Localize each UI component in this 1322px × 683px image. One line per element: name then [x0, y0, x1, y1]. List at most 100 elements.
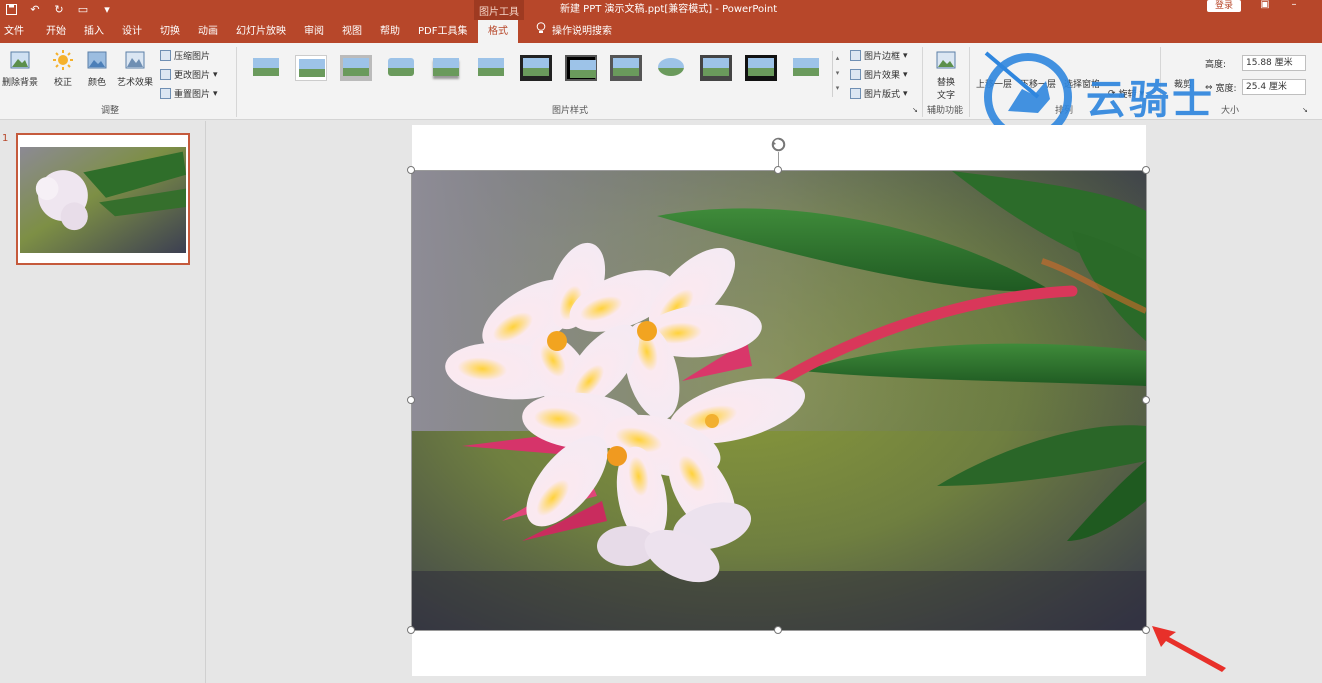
redo-icon[interactable]: ↻	[52, 2, 66, 16]
tab-view[interactable]: 视图	[342, 20, 362, 43]
tab-review[interactable]: 审阅	[304, 20, 324, 43]
remove-background-icon	[9, 49, 31, 71]
tab-file[interactable]: 文件	[4, 20, 24, 43]
picture-effects-button[interactable]: 图片效果 ▾	[850, 68, 908, 81]
picture-style-option[interactable]	[565, 55, 597, 81]
group-label-arrange: 排列	[1054, 106, 1073, 116]
undo-icon[interactable]: ↶	[28, 2, 42, 16]
group-label-size: 大小	[1220, 106, 1239, 116]
tell-me-search[interactable]: 操作说明搜索	[536, 20, 612, 43]
separator	[969, 47, 970, 117]
picture-style-option[interactable]	[790, 55, 822, 81]
tab-transitions[interactable]: 切换	[160, 20, 180, 43]
size-launcher-icon[interactable]: ↘	[1302, 106, 1308, 114]
alt-text-button[interactable]: 替换 文字	[928, 49, 964, 101]
artistic-effects-button[interactable]: 艺术效果	[114, 49, 156, 88]
quick-access-toolbar: ↶ ↻ ▭ ▾	[4, 2, 114, 16]
tab-help[interactable]: 帮助	[380, 20, 400, 43]
remove-background-button[interactable]: 删除背景	[0, 49, 40, 88]
color-button[interactable]: 颜色	[82, 49, 112, 88]
gallery-scroll[interactable]: ▴ ▾ ▾	[832, 51, 842, 97]
picture-styles-gallery	[244, 49, 844, 97]
login-button[interactable]: 登录	[1207, 0, 1241, 12]
picture-border-icon	[850, 50, 861, 61]
tab-insert[interactable]: 插入	[84, 20, 104, 43]
picture-selection-frame	[411, 170, 1147, 631]
separator	[236, 47, 237, 117]
width-field[interactable]: 25.4 厘米	[1242, 79, 1306, 95]
color-icon	[86, 49, 108, 71]
ribbon: 删除背景 校正 颜色 艺术效果 压缩图片 更改图片 ▾ 重置图片 ▾ 调整 ▴ …	[0, 43, 1322, 141]
reset-picture-icon	[160, 88, 171, 99]
rotate-button[interactable]: ⟳ 旋转 ▾	[1108, 87, 1144, 101]
picture-style-option[interactable]	[250, 55, 282, 81]
send-backward-button[interactable]: 下移一层	[1020, 77, 1056, 90]
alt-text-icon	[935, 49, 957, 71]
reset-picture-button[interactable]: 重置图片 ▾	[160, 87, 218, 100]
slide-number: 1	[2, 133, 9, 144]
resize-handle-top-right[interactable]	[1142, 166, 1150, 174]
watermark-text: 云骑士	[1086, 77, 1215, 123]
tab-slideshow[interactable]: 幻灯片放映	[236, 20, 286, 43]
resize-handle-bottom-right[interactable]	[1142, 626, 1150, 634]
window-title: 新建 PPT 演示文稿.ppt[兼容模式] - PowerPoint	[560, 4, 778, 15]
slideshow-icon[interactable]: ▭	[76, 2, 90, 16]
picture-tools-context-tab: 图片工具	[474, 0, 524, 20]
picture-effects-icon	[850, 69, 861, 80]
picture-style-option[interactable]	[385, 55, 417, 81]
picture-style-option[interactable]	[430, 55, 462, 81]
crop-button[interactable]: 裁剪	[1168, 77, 1198, 90]
height-field[interactable]: 15.88 厘米	[1242, 55, 1306, 71]
resize-handle-right[interactable]	[1142, 396, 1150, 404]
picture-layout-icon	[850, 88, 861, 99]
ribbon-tabs: 文件 开始 插入 设计 切换 动画 幻灯片放映 审阅 视图 帮助 PDF工具集 …	[0, 20, 1322, 43]
search-label: 操作说明搜索	[552, 26, 612, 37]
customize-qat-icon[interactable]: ▾	[100, 2, 114, 16]
picture-border-button[interactable]: 图片边框 ▾	[850, 49, 908, 62]
picture-style-option[interactable]	[520, 55, 552, 81]
separator	[1160, 47, 1161, 117]
resize-handle-bottom-left[interactable]	[407, 626, 415, 634]
rotate-icon: ⟳	[1108, 88, 1116, 99]
slides-panel: 1	[0, 121, 206, 683]
slide-thumbnail[interactable]	[16, 133, 190, 265]
tab-animations[interactable]: 动画	[198, 20, 218, 43]
width-label: ⇔ 宽度:	[1205, 82, 1237, 95]
bring-forward-button[interactable]: 上移一层	[976, 77, 1012, 90]
resize-handle-top-left[interactable]	[407, 166, 415, 174]
picture-style-option[interactable]	[340, 55, 372, 81]
picture-style-option[interactable]	[655, 55, 687, 81]
compress-pictures-button[interactable]: 压缩图片	[160, 49, 210, 62]
change-picture-button[interactable]: 更改图片 ▾	[160, 68, 218, 81]
minimize-icon[interactable]: –	[1286, 0, 1302, 12]
picture-layout-button[interactable]: 图片版式 ▾	[850, 87, 908, 100]
resize-handle-bottom[interactable]	[774, 626, 782, 634]
picture-style-option[interactable]	[475, 55, 507, 81]
corrections-button[interactable]: 校正	[48, 49, 78, 88]
thumbnail-image	[20, 147, 186, 253]
resize-handle-top[interactable]	[774, 166, 782, 174]
format-picture-launcher-icon[interactable]: ↘	[912, 106, 918, 114]
picture-style-option[interactable]	[700, 55, 732, 81]
compress-icon	[160, 50, 171, 61]
change-picture-icon	[160, 69, 171, 80]
group-label-picture-styles: 图片样式	[551, 106, 588, 116]
selection-pane-button[interactable]: 选择窗格	[1064, 77, 1100, 90]
tab-pdf-tools[interactable]: PDF工具集	[418, 20, 467, 43]
red-arrow-icon	[1152, 626, 1226, 672]
picture-style-option[interactable]	[295, 55, 327, 81]
tab-home[interactable]: 开始	[46, 20, 66, 43]
lightbulb-icon	[536, 20, 546, 43]
group-label-accessibility: 辅助功能	[926, 106, 963, 116]
width-icon: ⇔	[1205, 82, 1213, 93]
picture-style-option[interactable]	[745, 55, 777, 81]
title-bar: ↶ ↻ ▭ ▾ 图片工具 新建 PPT 演示文稿.ppt[兼容模式] - Pow…	[0, 0, 1322, 20]
rotate-handle-icon[interactable]	[770, 136, 787, 153]
save-icon[interactable]	[4, 2, 18, 16]
group-label-adjust: 调整	[100, 106, 119, 116]
picture-style-option[interactable]	[610, 55, 642, 81]
ribbon-display-icon[interactable]: ▣	[1257, 0, 1273, 12]
tab-design[interactable]: 设计	[122, 20, 142, 43]
tab-format[interactable]: 格式	[478, 20, 518, 43]
resize-handle-left[interactable]	[407, 396, 415, 404]
